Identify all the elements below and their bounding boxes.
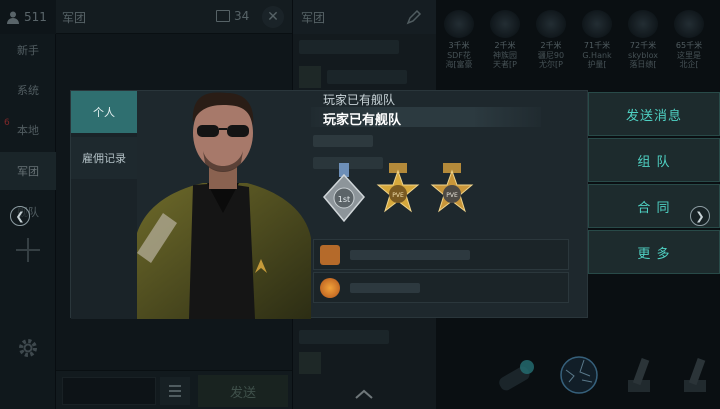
send-message-button[interactable]: 发送消息 (588, 92, 720, 136)
player-name-secondary: 玩家已有舰队 (323, 93, 396, 107)
more-button[interactable]: 更 多 (588, 230, 720, 274)
tab-personal[interactable]: 个人 (71, 91, 137, 133)
medal-label: PVE (392, 192, 404, 199)
profile-tabs: 个人 雇佣记录 (71, 91, 137, 319)
player-name: 玩家已有舰队 (323, 113, 402, 128)
medal-label: PVE (446, 192, 458, 199)
affiliation-list (313, 239, 569, 305)
alliance-logo-icon (320, 278, 340, 298)
corp-logo-icon (320, 245, 340, 265)
tab-hire-record[interactable]: 雇佣记录 (71, 137, 137, 179)
team-button[interactable]: 组 队 (588, 138, 720, 182)
list-item[interactable] (313, 239, 569, 270)
medal-label: 1st (338, 195, 350, 204)
silver-medal-icon[interactable]: 1st (319, 161, 369, 225)
player-portrait (137, 92, 311, 319)
list-item[interactable] (313, 272, 569, 303)
blurred-field (313, 135, 373, 147)
profile-actions: 发送消息 组 队 合 同 更 多 (588, 92, 720, 274)
blurred-text (350, 250, 470, 260)
profile-info: 玩家已有舰队 玩家已有舰队 1st PVE PVE (311, 91, 589, 319)
blurred-text (350, 283, 420, 293)
gold-medal-icon[interactable]: PVE (373, 161, 423, 225)
chevron-left-icon[interactable]: ❮ (10, 206, 30, 226)
medal-row: 1st PVE PVE (319, 161, 489, 231)
player-profile-modal: 个人 雇佣记录 玩家已有舰队 玩家已有舰队 1st PVE PVE (70, 90, 589, 319)
gold-medal-icon[interactable]: PVE (427, 161, 477, 225)
chevron-right-icon[interactable]: ❯ (690, 206, 710, 226)
